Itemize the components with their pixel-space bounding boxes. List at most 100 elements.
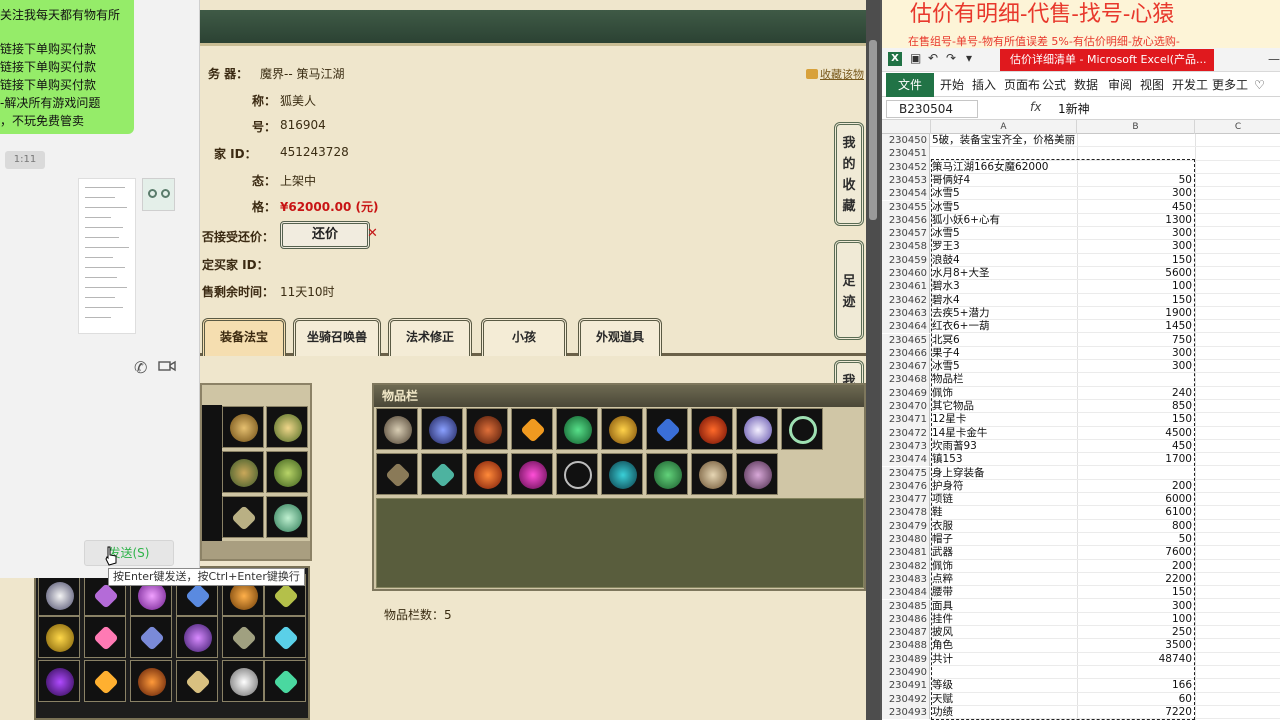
row-number[interactable]: 230479 (882, 519, 930, 533)
table-row[interactable]: 230451 (882, 147, 1280, 161)
cell-a[interactable]: 罗王3 (932, 240, 1076, 253)
row-number[interactable]: 230487 (882, 626, 930, 640)
table-row[interactable]: 230481 武器 7600 (882, 546, 1280, 560)
cell-a[interactable]: 去疾5+潜力 (932, 307, 1076, 320)
row-number[interactable]: 230455 (882, 200, 930, 214)
cell-b[interactable]: 240 (1078, 387, 1192, 400)
row-number[interactable]: 230482 (882, 559, 930, 573)
table-row[interactable]: 230480 帽子 50 (882, 533, 1280, 547)
cosmetic-item[interactable] (38, 616, 80, 658)
table-row[interactable]: 230484 腰带 150 (882, 586, 1280, 600)
table-row[interactable]: 230465 北冥6 750 (882, 333, 1280, 347)
cosmetic-item[interactable] (176, 616, 218, 658)
formula-input[interactable]: 1新神 (1058, 100, 1090, 117)
cell-b[interactable]: 7600 (1078, 546, 1192, 559)
cell-a[interactable]: 衣服 (932, 520, 1076, 533)
cell-a[interactable]: 功绩 (932, 706, 1076, 719)
row-number[interactable]: 230452 (882, 160, 930, 174)
table-row[interactable]: 230485 面具 300 (882, 599, 1280, 613)
row-number[interactable]: 230460 (882, 267, 930, 281)
cell-a[interactable]: 狐小妖6+心有 (932, 214, 1076, 227)
row-number[interactable]: 230477 (882, 493, 930, 507)
redo-icon[interactable]: ↷ (946, 51, 956, 65)
table-row[interactable]: 230488 角色 3500 (882, 639, 1280, 653)
cosmetic-item[interactable] (264, 616, 306, 658)
goods-slot[interactable] (466, 408, 508, 450)
cell-b[interactable]: 150 (1078, 294, 1192, 307)
cell-a[interactable]: 身上穿装备 (932, 467, 1076, 480)
side-tab-my-favorites[interactable]: 我的收藏 (834, 122, 864, 226)
cell-b[interactable]: 200 (1078, 480, 1192, 493)
table-row[interactable]: 230479 衣服 800 (882, 519, 1280, 533)
cell-a[interactable]: 哥俩好4 (932, 174, 1076, 187)
row-number[interactable]: 230475 (882, 466, 930, 480)
table-row[interactable]: 230490 (882, 666, 1280, 680)
table-row[interactable]: 230478 鞋 6100 (882, 506, 1280, 520)
cell-a[interactable]: 冰雪5 (932, 187, 1076, 200)
row-number[interactable]: 230473 (882, 439, 930, 454)
cell-a[interactable]: 帽子 (932, 533, 1076, 546)
cosmetic-item[interactable] (264, 660, 306, 702)
cell-b[interactable]: 2200 (1078, 573, 1192, 586)
cell-a[interactable]: 披风 (932, 626, 1076, 639)
cosmetic-item[interactable] (84, 616, 126, 658)
cell-b[interactable]: 450 (1078, 440, 1192, 453)
table-row[interactable]: 230466 果子4 300 (882, 346, 1280, 361)
cell-b[interactable]: 5600 (1078, 267, 1192, 280)
cell-a[interactable]: 12星卡 (932, 413, 1076, 426)
row-number[interactable]: 230485 (882, 599, 930, 613)
heart-icon[interactable]: ♡ (1254, 73, 1265, 97)
row-number[interactable]: 230471 (882, 413, 930, 427)
ribbon-tab-more-tools[interactable]: 更多工 (1212, 73, 1248, 97)
close-icon[interactable]: ✕ (367, 226, 378, 241)
cosmetic-item[interactable] (222, 660, 264, 702)
table-row[interactable]: 230459 浪鼓4 150 (882, 253, 1280, 267)
goods-slot[interactable] (376, 408, 418, 450)
ribbon-tab-home[interactable]: 开始 (940, 73, 964, 97)
cell-a[interactable]: 冰雪5 (932, 201, 1076, 214)
goods-slot[interactable] (556, 453, 598, 495)
table-row[interactable]: 230475 身上穿装备 (882, 466, 1280, 480)
cell-a[interactable]: 5破，装备宝宝齐全，价格美丽 (932, 134, 1076, 147)
ribbon-tab-page-layout[interactable]: 页面布 (1004, 73, 1040, 97)
phone-icon[interactable]: ✆ (134, 358, 147, 377)
table-row[interactable]: 230455 冰雪5 450 (882, 200, 1280, 214)
table-row[interactable]: 230462 碧水4 150 (882, 293, 1280, 307)
cell-a[interactable]: 腰带 (932, 586, 1076, 599)
equipped-item[interactable] (222, 496, 264, 538)
counter-offer-button[interactable]: 还价 (280, 221, 370, 249)
goods-slot[interactable] (421, 453, 463, 495)
cell-a[interactable]: 护身符 (932, 480, 1076, 493)
goods-slot[interactable] (691, 408, 733, 450)
cell-b[interactable]: 300 (1078, 600, 1192, 613)
row-number[interactable]: 230489 (882, 652, 930, 666)
undo-icon[interactable]: ↶ (928, 51, 938, 65)
cell-a[interactable]: 项链 (932, 493, 1076, 506)
cosmetic-item[interactable] (130, 616, 172, 658)
cell-b[interactable]: 800 (1078, 520, 1192, 533)
table-row[interactable]: 230470 其它物品 850 (882, 400, 1280, 414)
goods-slot[interactable] (646, 408, 688, 450)
table-row[interactable]: 230493 功绩 7220 (882, 705, 1280, 720)
table-row[interactable]: 230469 佩饰 240 (882, 386, 1280, 400)
tab-children[interactable]: 小孩 (481, 318, 567, 356)
row-number[interactable]: 230462 (882, 293, 930, 307)
cell-b[interactable]: 100 (1078, 613, 1192, 626)
cell-b[interactable]: 150 (1078, 586, 1192, 599)
goods-slot[interactable] (376, 453, 418, 495)
ribbon-tab-data[interactable]: 数据 (1074, 73, 1098, 97)
cell-a[interactable]: 北冥6 (932, 334, 1076, 347)
table-row[interactable]: 230486 挂件 100 (882, 612, 1280, 627)
goods-slot[interactable] (511, 453, 553, 495)
table-row[interactable]: 230467 冰雪5 300 (882, 360, 1280, 374)
row-number[interactable]: 230450 (882, 134, 930, 148)
row-number[interactable]: 230480 (882, 533, 930, 547)
cell-a[interactable]: 共计 (932, 653, 1076, 666)
table-row[interactable]: 230487 披风 250 (882, 626, 1280, 640)
table-row[interactable]: 230468 物品栏 (882, 373, 1280, 387)
column-header-a[interactable]: A (931, 120, 1077, 134)
table-row[interactable]: 230489 共计 48740 (882, 652, 1280, 666)
table-row[interactable]: 230450 5破，装备宝宝齐全，价格美丽 (882, 134, 1280, 148)
equipped-item[interactable] (222, 451, 264, 493)
row-number[interactable]: 230453 (882, 173, 930, 188)
